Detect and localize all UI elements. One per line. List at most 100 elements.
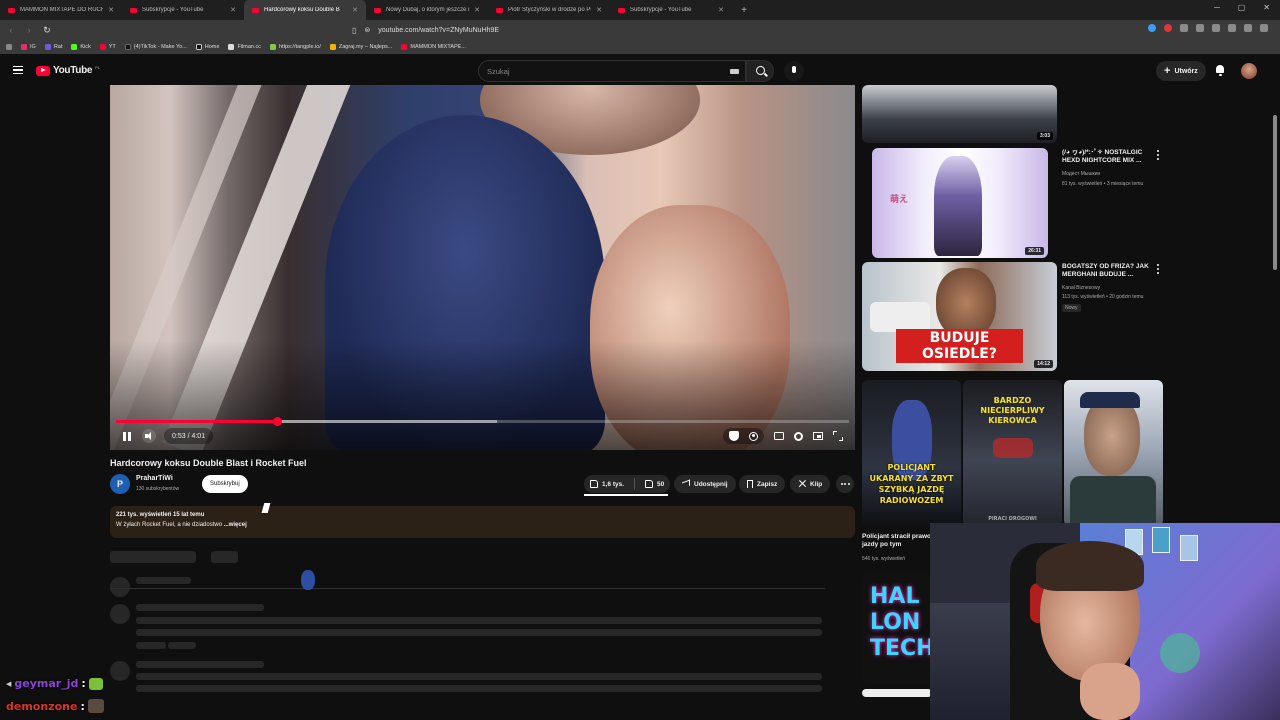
recommendation-title[interactable]: (/◕ ヮ◕)/*:･ﾟ✧ NOSTALGIC HEXD NIGHTCORE M… (1062, 149, 1154, 165)
fullscreen-icon[interactable] (833, 431, 843, 441)
recommendation-title[interactable]: Policjant stracił prawo jazdy po tym (862, 533, 932, 549)
subtitles-icon[interactable] (774, 432, 784, 440)
like-button[interactable]: 1,6 tys. (584, 475, 630, 493)
bookmark-item[interactable]: https://tangple.io/ (269, 44, 321, 50)
skeleton-block (136, 604, 264, 611)
autoplay-toggle-icon[interactable] (749, 431, 758, 441)
more-actions-button[interactable] (836, 475, 854, 493)
notifications-bell-icon[interactable] (1215, 65, 1225, 76)
url-text[interactable]: youtube.com/watch?v=ZNyMuNuHh9E (378, 27, 499, 34)
save-icon (747, 480, 753, 488)
search-box[interactable] (478, 60, 746, 82)
browser-tab[interactable]: MAMMON MIXTAPE DO RUCHO ✕ (0, 0, 122, 20)
dislike-button[interactable]: 50 (639, 475, 670, 493)
more-options-icon[interactable] (1156, 150, 1160, 160)
chat-emote-icon (87, 699, 104, 713)
microphone-icon[interactable] (784, 61, 804, 81)
more-options-icon[interactable] (1156, 264, 1160, 274)
browser-tab[interactable]: Subskrypcje - YouTube ✕ (610, 0, 732, 20)
window-controls: ─ ▢ ✕ (1214, 3, 1270, 12)
minimize-icon[interactable]: ─ (1214, 3, 1220, 12)
close-tab-icon[interactable]: ✕ (108, 6, 114, 14)
profile-icon[interactable] (1244, 24, 1252, 32)
bookmark-item[interactable]: Zagraj.my – Najleps... (329, 44, 392, 50)
recommendation-thumbnail[interactable]: HAL LON TECH (862, 574, 932, 684)
progress-bar[interactable] (116, 417, 849, 426)
skeleton-block (136, 673, 822, 680)
shorts-thumbnail[interactable] (1064, 380, 1163, 526)
apps-icon[interactable] (6, 44, 12, 50)
skeleton-block (110, 551, 196, 563)
extension-icon[interactable] (1196, 24, 1204, 32)
channel-name[interactable]: PraharTiWi (136, 475, 173, 482)
close-window-icon[interactable]: ✕ (1263, 3, 1270, 12)
share-button[interactable]: Udostępnij (674, 475, 736, 493)
bookmark-icon[interactable]: ▯ (352, 26, 356, 35)
bookmark-item[interactable]: Rat (44, 44, 62, 50)
description-box[interactable]: 221 tys. wyświetleń 15 lat temu W żyłach… (110, 506, 855, 538)
extension-icon[interactable] (1148, 24, 1156, 32)
skeleton-block (136, 629, 822, 636)
volume-icon[interactable] (142, 429, 156, 443)
shorts-thumbnail[interactable]: BARDZO NIECIERPLIWY KIEROWCA PIRACI DROG… (963, 380, 1062, 526)
keyboard-icon[interactable] (730, 68, 739, 74)
subscribe-button[interactable]: Subskrybuj (202, 475, 248, 493)
address-bar[interactable]: ▯ ⊜ youtube.com/watch?v=ZNyMuNuHh9E (352, 22, 912, 38)
save-button[interactable]: Zapisz (739, 475, 786, 493)
close-tab-icon[interactable]: ✕ (352, 6, 358, 14)
settings-gear-icon[interactable] (794, 431, 803, 441)
bookmark-item[interactable]: Filman.cc (228, 44, 261, 50)
close-tab-icon[interactable]: ✕ (230, 6, 236, 14)
bookmark-item[interactable]: (4)TikTok - Make Yo... (124, 44, 187, 50)
browser-tab-active[interactable]: Hardcorowy koksu Double B ✕ (244, 0, 366, 20)
duration-badge: 14:12 (1034, 360, 1053, 368)
channel-avatar[interactable]: P (110, 474, 130, 494)
video-title: Hardcorowy koksu Double Blast i Rocket F… (110, 458, 307, 468)
miniplayer-icon[interactable] (813, 432, 823, 440)
bookmark-item[interactable]: Kick (71, 44, 91, 50)
forward-icon[interactable]: › (22, 25, 36, 35)
recommendation-meta: 113 tys. wyświetleń • 20 godzin temu (1062, 294, 1144, 300)
browser-tab[interactable]: Subskrypcje - YouTube ✕ (122, 0, 244, 20)
youtube-logo[interactable]: YouTube PL (36, 65, 100, 76)
maximize-icon[interactable]: ▢ (1238, 3, 1246, 12)
clip-button[interactable]: Klip (790, 475, 831, 493)
video-player[interactable]: 0:53 / 4:01 (110, 85, 855, 450)
recommendation-thumbnail[interactable] (862, 689, 932, 697)
page-scrollbar-thumb[interactable] (1273, 115, 1277, 270)
site-info-icon[interactable]: ⊜ (364, 26, 370, 34)
browser-tab[interactable]: Piotr Styczyński w drodze po Puchar✕ (488, 0, 610, 20)
sponsor-block-icon[interactable] (729, 431, 739, 441)
bookmark-item[interactable]: MAMMON MIXTAPE... (401, 44, 466, 50)
search-button[interactable] (746, 60, 774, 82)
music-icon[interactable] (1228, 24, 1236, 32)
recommendation-channel[interactable]: Kanał Biznesowy (1062, 285, 1100, 291)
shorts-thumbnail[interactable]: POLICJANT UKARANY ZA ZBYT SZYBKĄ JAZDĘ R… (862, 380, 961, 526)
recommendation-channel[interactable]: Модест Мышкин (1062, 171, 1100, 177)
reload-icon[interactable]: ↻ (40, 25, 54, 36)
recommendation-thumbnail[interactable]: 萌え 26:31 (872, 148, 1048, 258)
search-input[interactable] (487, 66, 687, 76)
menu-dots-icon[interactable] (1260, 24, 1268, 32)
close-tab-icon[interactable]: ✕ (596, 6, 602, 14)
browser-tab[interactable]: Nowy Dubaj, o którym jeszcze nie sł✕ (366, 0, 488, 20)
show-more-link[interactable]: ...więcej (224, 522, 247, 528)
create-button[interactable]: + Utwórz (1156, 61, 1206, 81)
recommendation-title[interactable]: BOGATSZY OD FRIZA? JAK MERGHANI BUDUJE .… (1062, 263, 1154, 279)
close-tab-icon[interactable]: ✕ (718, 6, 724, 14)
description-meta: 221 tys. wyświetleń 15 lat temu (116, 512, 205, 518)
close-tab-icon[interactable]: ✕ (474, 6, 480, 14)
extension-icon[interactable] (1180, 24, 1188, 32)
bookmark-item[interactable]: YT (99, 44, 116, 50)
hamburger-menu-icon[interactable] (13, 66, 23, 74)
pause-icon[interactable] (120, 429, 134, 443)
new-tab-button[interactable]: + (736, 5, 752, 16)
puzzle-icon[interactable] (1212, 24, 1220, 32)
recommendation-thumbnail[interactable]: BUDUJE OSIEDLE? 14:12 (862, 262, 1057, 371)
bookmark-item[interactable]: IG (21, 44, 36, 50)
back-icon[interactable]: ‹ (4, 25, 18, 35)
account-avatar[interactable] (1241, 63, 1257, 79)
bookmark-item[interactable]: Home (195, 44, 219, 50)
recommendation-thumbnail[interactable]: 3:03 (862, 85, 1057, 143)
record-icon[interactable] (1164, 24, 1172, 32)
